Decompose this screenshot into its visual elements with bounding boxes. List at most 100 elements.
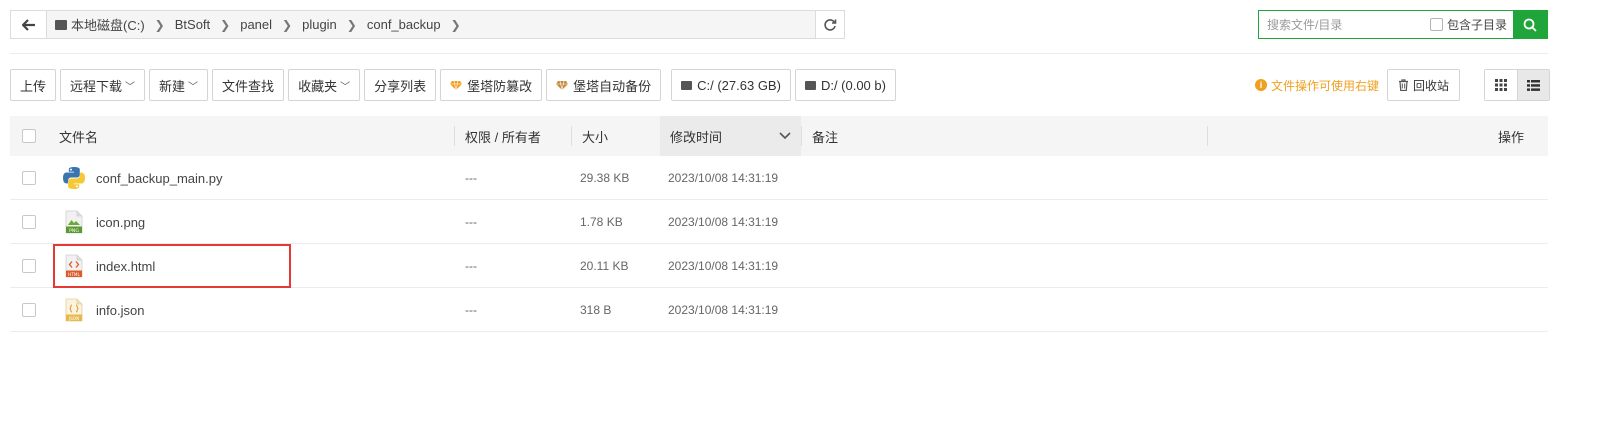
column-header-mtime[interactable]: 修改时间 [660, 116, 801, 156]
column-divider [801, 126, 802, 146]
file-search-button[interactable]: 文件查找 [212, 69, 285, 101]
divider [10, 53, 1548, 54]
disk-icon [55, 19, 67, 30]
search-icon [1523, 18, 1537, 32]
row-checkbox[interactable] [22, 156, 36, 200]
info-icon: i [1254, 79, 1267, 91]
column-header-operations: 操作 [1498, 129, 1525, 145]
recycle-bin-button[interactable]: 回收站 [1386, 69, 1460, 101]
column-header-permission[interactable]: 权限 / 所有者 [465, 116, 541, 156]
grid-view-button[interactable] [1485, 70, 1517, 100]
table-row[interactable]: JSON info.json --- 318 B 2023/10/08 14:3… [10, 288, 1548, 332]
back-button[interactable] [11, 11, 47, 38]
table-row[interactable]: conf_backup_main.py --- 29.38 KB 2023/10… [10, 156, 1548, 200]
toolbar: 上传 远程下载 ﹀ 新建 ﹀ 文件查找 收藏夹 ﹀ 分享列表 堡塔防篡改 堡塔自动备份… [10, 69, 896, 101]
svg-text:PNG: PNG [69, 228, 79, 234]
auto-backup-button[interactable]: 堡塔自动备份 [546, 69, 662, 101]
table-row[interactable]: HTML index.html --- 20.11 KB 2023/10/08 … [10, 244, 1548, 288]
chevron-right-icon: ❯ [346, 17, 357, 32]
checkbox[interactable] [22, 215, 36, 229]
html-file-icon: HTML [65, 254, 83, 278]
permission-cell[interactable]: --- [465, 244, 477, 288]
diamond-icon [450, 80, 463, 90]
file-name-cell[interactable]: conf_backup_main.py [62, 156, 222, 200]
table-row[interactable]: PNG icon.png --- 1.78 KB 2023/10/08 14:3… [10, 200, 1548, 244]
row-checkbox[interactable] [22, 288, 36, 332]
select-all-checkbox[interactable] [22, 116, 36, 156]
chevron-right-icon: ❯ [282, 17, 293, 32]
favorites-button[interactable]: 收藏夹 ﹀ [288, 69, 361, 101]
include-subdir-checkbox[interactable]: 包含子目录 [1429, 11, 1507, 38]
new-button[interactable]: 新建 ﹀ [149, 69, 209, 101]
arrow-left-icon [21, 18, 35, 31]
size-cell: 318 B [580, 303, 612, 317]
size-cell: 1.78 KB [580, 215, 623, 229]
diamond-icon [556, 80, 569, 90]
python-file-icon [63, 167, 85, 189]
disk-d-button[interactable]: D:/ (0.00 b) [794, 69, 896, 101]
breadcrumb-item-plugin[interactable]: plugin [302, 17, 337, 32]
svg-text:JSON: JSON [68, 316, 79, 321]
size-cell: 20.11 KB [580, 259, 629, 273]
permission-cell[interactable]: --- [465, 288, 477, 332]
mtime-cell: 2023/10/08 14:31:19 [668, 303, 779, 317]
file-table: 文件名 权限 / 所有者 大小 修改时间 备注 操作 conf_backup_m… [10, 116, 1548, 332]
column-header-size[interactable]: 大小 [582, 116, 608, 156]
breadcrumb-item-panel[interactable]: panel [240, 17, 272, 32]
table-header: 文件名 权限 / 所有者 大小 修改时间 备注 操作 [10, 116, 1548, 156]
search-input[interactable] [1259, 11, 1430, 38]
chevron-right-icon: ❯ [220, 17, 231, 32]
chevron-down-icon: ﹀ [125, 81, 136, 93]
chevron-down-icon [779, 132, 791, 140]
column-divider [571, 126, 572, 146]
column-divider [454, 126, 455, 146]
refresh-button[interactable] [815, 11, 844, 38]
disk-icon [681, 80, 693, 90]
chevron-right-icon[interactable]: ❯ [451, 18, 461, 32]
permission-cell[interactable]: --- [465, 156, 477, 200]
chevron-right-icon: ❯ [154, 17, 165, 32]
view-toggle [1484, 69, 1550, 101]
search-box: 包含子目录 [1258, 10, 1548, 39]
upload-button[interactable]: 上传 [10, 69, 57, 101]
remote-download-button[interactable]: 远程下载 ﹀ [60, 69, 146, 101]
svg-text:HTML: HTML [68, 272, 80, 277]
right-tools: i 文件操作可使用右键 回收站 [1254, 69, 1460, 101]
row-checkbox[interactable] [22, 244, 36, 288]
column-header-note[interactable]: 备注 [812, 116, 838, 156]
row-checkbox[interactable] [22, 200, 36, 244]
mtime-cell: 2023/10/08 14:31:19 [668, 171, 779, 185]
size-cell: 29.38 KB [580, 171, 630, 185]
mtime-cell: 2023/10/08 14:31:19 [668, 215, 779, 229]
checkbox[interactable] [22, 171, 36, 185]
png-file-icon: PNG [65, 210, 83, 234]
search-button[interactable] [1513, 11, 1547, 38]
share-list-button[interactable]: 分享列表 [364, 69, 437, 101]
chevron-down-icon: ﹀ [340, 81, 351, 93]
checkbox[interactable] [1429, 18, 1443, 31]
trash-icon [1398, 79, 1408, 91]
column-divider [1207, 126, 1208, 146]
breadcrumb: 本地磁盘(C:) ❯ BtSoft ❯ panel ❯ plugin ❯ con… [47, 11, 815, 38]
checkbox[interactable] [22, 259, 36, 273]
grid-icon [1495, 79, 1507, 91]
tamper-proof-button[interactable]: 堡塔防篡改 [440, 69, 543, 101]
permission-cell[interactable]: --- [465, 200, 477, 244]
file-name-cell[interactable]: PNG icon.png [62, 200, 145, 244]
breadcrumb-item-btsoft[interactable]: BtSoft [175, 17, 210, 32]
chevron-down-icon: ﹀ [188, 81, 199, 93]
breadcrumb-item-disk[interactable]: 本地磁盘(C:) [55, 15, 145, 34]
checkbox[interactable] [22, 303, 36, 317]
file-name-cell[interactable]: JSON info.json [62, 288, 144, 332]
mtime-cell: 2023/10/08 14:31:19 [668, 259, 779, 273]
breadcrumb-item-conf-backup[interactable]: conf_backup [367, 17, 441, 32]
column-header-name[interactable]: 文件名 [59, 116, 98, 156]
refresh-icon [824, 18, 837, 31]
list-icon [1527, 79, 1540, 91]
file-name-cell[interactable]: HTML index.html [62, 244, 155, 288]
path-bar: 本地磁盘(C:) ❯ BtSoft ❯ panel ❯ plugin ❯ con… [10, 10, 845, 39]
checkbox[interactable] [22, 129, 36, 143]
disk-c-button[interactable]: C:/ (27.63 GB) [671, 69, 791, 101]
list-view-button[interactable] [1517, 70, 1549, 100]
